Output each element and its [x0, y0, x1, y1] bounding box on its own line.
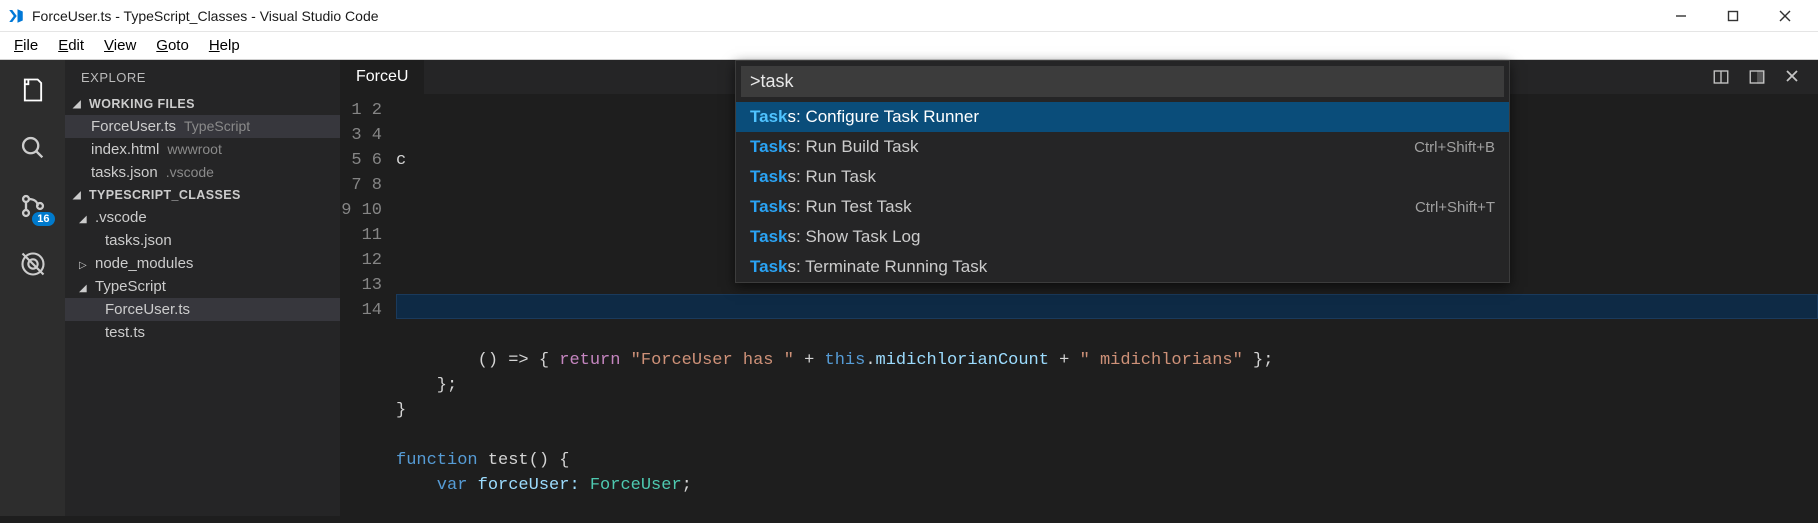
chevron-down-icon: ◢: [79, 283, 91, 294]
folder-header[interactable]: ◢ TYPESCRIPT_CLASSES: [65, 184, 340, 206]
debug-icon[interactable]: [17, 248, 49, 280]
explorer-sidebar: EXPLORE ◢ WORKING FILES ForceUser.ts Typ…: [65, 60, 340, 516]
command-palette-item[interactable]: Tasks: Configure Task Runner: [736, 102, 1509, 132]
explorer-icon[interactable]: [17, 74, 49, 106]
folder-node-modules[interactable]: ▷ node_modules: [65, 252, 340, 275]
git-badge: 16: [32, 212, 54, 226]
vscode-icon: [6, 6, 26, 26]
menu-view[interactable]: View: [94, 35, 146, 56]
file-forceuser-ts[interactable]: ForceUser.ts: [65, 298, 340, 321]
minimize-button[interactable]: [1674, 10, 1688, 22]
chevron-down-icon: ◢: [73, 190, 85, 201]
folder-typescript[interactable]: ◢ TypeScript: [65, 275, 340, 298]
working-files-header[interactable]: ◢ WORKING FILES: [65, 93, 340, 115]
close-button[interactable]: [1778, 10, 1792, 22]
command-palette-list: Tasks: Configure Task RunnerTasks: Run B…: [736, 102, 1509, 282]
menu-edit[interactable]: Edit: [48, 35, 94, 56]
command-palette-item[interactable]: Tasks: Run Task: [736, 162, 1509, 192]
close-editor-icon[interactable]: [1784, 68, 1800, 86]
line-gutter: 1 2 3 4 5 6 7 8 9 10 11 12 13 14: [340, 94, 396, 523]
line-highlight: [396, 294, 1818, 319]
command-palette-input[interactable]: [741, 66, 1504, 97]
working-file-item[interactable]: index.html wwwroot: [65, 138, 340, 161]
menu-goto[interactable]: Goto: [146, 35, 199, 56]
command-palette-item[interactable]: Tasks: Run Build TaskCtrl+Shift+B: [736, 132, 1509, 162]
menu-file[interactable]: File: [4, 35, 48, 56]
search-icon[interactable]: [17, 132, 49, 164]
editor-tab[interactable]: ForceU: [340, 60, 424, 94]
working-file-item[interactable]: tasks.json .vscode: [65, 161, 340, 184]
git-icon[interactable]: 16: [17, 190, 49, 222]
command-palette: Tasks: Configure Task RunnerTasks: Run B…: [735, 60, 1510, 283]
menu-help[interactable]: Help: [199, 35, 250, 56]
command-palette-item[interactable]: Tasks: Terminate Running Task: [736, 252, 1509, 282]
command-palette-item[interactable]: Tasks: Show Task Log: [736, 222, 1509, 252]
command-palette-item[interactable]: Tasks: Run Test TaskCtrl+Shift+T: [736, 192, 1509, 222]
file-test-ts[interactable]: test.ts: [65, 321, 340, 344]
chevron-down-icon: ◢: [73, 99, 85, 110]
menu-bar: File Edit View Goto Help: [0, 32, 1818, 60]
window-title: ForceUser.ts - TypeScript_Classes - Visu…: [32, 8, 379, 24]
working-file-item[interactable]: ForceUser.ts TypeScript: [65, 115, 340, 138]
chevron-right-icon: ▷: [79, 260, 91, 271]
window-titlebar: ForceUser.ts - TypeScript_Classes - Visu…: [0, 0, 1818, 32]
chevron-down-icon: ◢: [79, 214, 91, 225]
split-editor-icon[interactable]: [1712, 68, 1730, 86]
editor-area: ForceU 1 2 3 4 5 6 7 8 9 10 11 12 13 14 …: [340, 60, 1818, 516]
folder-vscode[interactable]: ◢ .vscode: [65, 206, 340, 229]
sidebar-title: EXPLORE: [65, 60, 340, 93]
maximize-button[interactable]: [1726, 10, 1740, 22]
file-tasks-json[interactable]: tasks.json: [65, 229, 340, 252]
activity-bar: 16: [0, 60, 65, 516]
more-actions-icon[interactable]: [1748, 68, 1766, 86]
